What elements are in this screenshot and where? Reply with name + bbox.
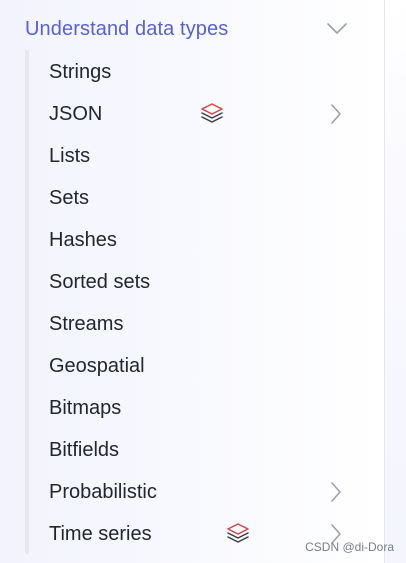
nav-item-bitfields[interactable]: Bitfields [0,429,384,471]
nav-item-geospatial[interactable]: Geospatial [0,345,384,387]
watermark-text: CSDN @di-Dora [305,540,394,554]
nav-item-label: Strings [49,61,112,83]
nav-item-strings[interactable]: Strings [0,51,384,93]
stack-layers-icon [201,103,223,123]
nav-item-sets[interactable]: Sets [0,177,384,219]
nav-item-label: Streams [49,313,124,335]
nav-item-label: Geospatial [49,355,145,377]
nav-item-label: Bitmaps [49,397,122,419]
nav-item-json[interactable]: JSON [0,93,384,135]
sidebar: Understand data types Strings JSON Lists… [0,0,385,563]
nav-item-label: Sets [49,187,90,209]
section-header-understand-data-types[interactable]: Understand data types [0,10,384,50]
nav-item-bitmaps[interactable]: Bitmaps [0,387,384,429]
nav-item-label: Bitfields [49,439,120,461]
nav-item-label: Hashes [49,229,117,251]
nav-item-label: Time series [49,523,152,545]
data-types-nav-list: Strings JSON Lists Sets Hashes Sorted se… [0,51,384,555]
nav-item-label: Sorted sets [49,271,151,293]
section-title: Understand data types [25,18,229,40]
chevron-right-icon[interactable] [330,481,342,503]
chevron-down-icon[interactable] [326,22,348,36]
nav-item-label: Lists [49,145,91,167]
nav-item-probabilistic[interactable]: Probabilistic [0,471,384,513]
nav-item-lists[interactable]: Lists [0,135,384,177]
chevron-right-icon[interactable] [330,103,342,125]
nav-item-streams[interactable]: Streams [0,303,384,345]
nav-item-sorted-sets[interactable]: Sorted sets [0,261,384,303]
nav-item-label: JSON [49,103,103,125]
nav-item-hashes[interactable]: Hashes [0,219,384,261]
nav-item-label: Probabilistic [49,481,157,503]
stack-layers-icon [227,523,249,543]
